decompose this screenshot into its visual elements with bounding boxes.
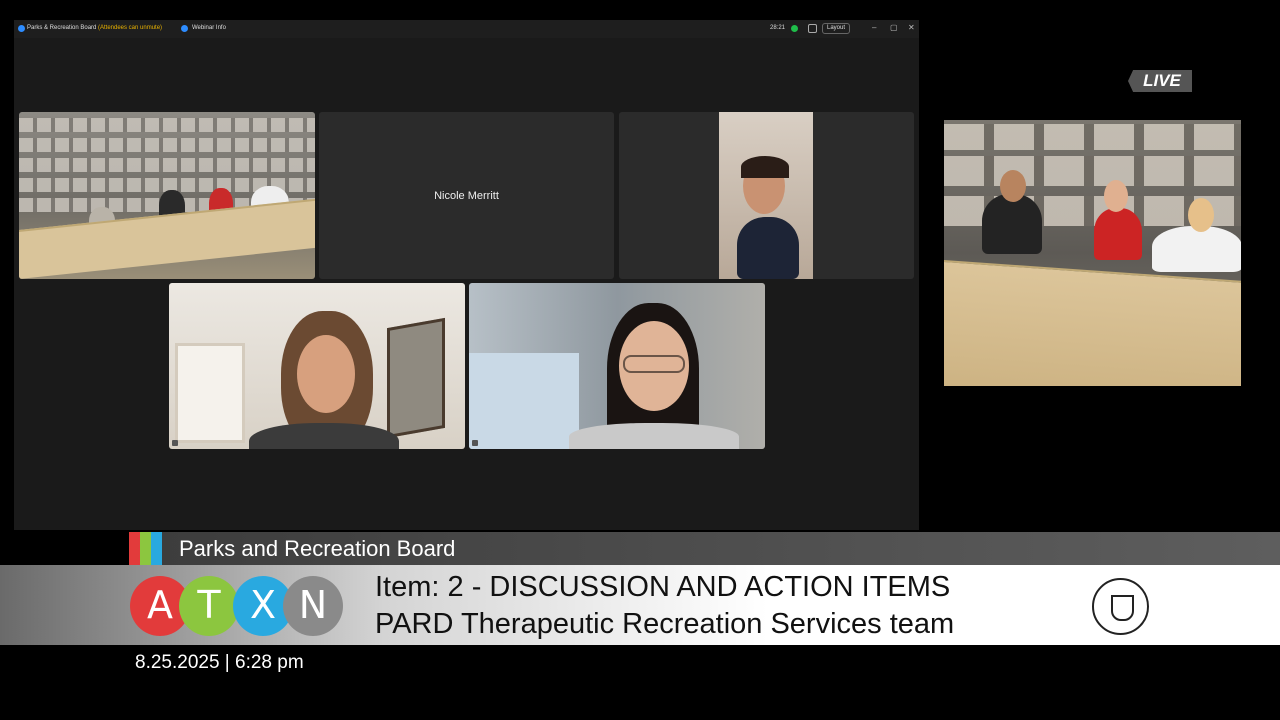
zoom-logo-icon bbox=[18, 25, 25, 32]
face bbox=[297, 335, 355, 413]
muted-mic-icon bbox=[172, 440, 178, 446]
layout-button[interactable]: Layout bbox=[822, 23, 851, 34]
person bbox=[737, 217, 799, 279]
atxn-logo-letter: N bbox=[283, 576, 343, 636]
video-tile-participant[interactable] bbox=[469, 283, 765, 449]
city-seal-icon bbox=[1092, 578, 1149, 635]
video-tile-chamber[interactable] bbox=[19, 112, 315, 279]
seat-row bbox=[19, 118, 315, 132]
info-icon bbox=[181, 25, 188, 32]
chamber-video bbox=[19, 112, 315, 279]
zoom-titlebar: Parks & Recreation Board (Attendees can … bbox=[14, 20, 919, 38]
agenda-item-subtitle: PARD Therapeutic Recreation Services tea… bbox=[375, 608, 955, 640]
participant-video bbox=[469, 283, 765, 449]
video-tile-participant[interactable] bbox=[169, 283, 465, 449]
agenda-item-bar: A T X N Item: 2 - DISCUSSION AND ACTION … bbox=[0, 565, 1280, 645]
zoom-window: Parks & Recreation Board (Attendees can … bbox=[14, 20, 919, 530]
dais-camera-feed bbox=[944, 120, 1241, 386]
window-blinds bbox=[469, 353, 579, 449]
security-shield-icon[interactable] bbox=[791, 25, 798, 32]
participant-video bbox=[719, 112, 813, 279]
seat-row bbox=[944, 156, 1241, 186]
wall-map bbox=[387, 317, 445, 439]
person bbox=[249, 423, 399, 449]
board-name-bar: Parks and Recreation Board bbox=[129, 532, 1280, 565]
person bbox=[1094, 208, 1142, 260]
meeting-title: Parks & Recreation Board bbox=[27, 25, 97, 31]
minimize-icon[interactable]: – bbox=[872, 23, 876, 32]
window bbox=[175, 343, 245, 443]
maximize-icon[interactable]: ▢ bbox=[890, 23, 898, 32]
meeting-timer: 28:21 bbox=[770, 25, 786, 31]
dais-desk bbox=[944, 260, 1241, 386]
live-badge: LIVE bbox=[1128, 70, 1192, 92]
person bbox=[982, 194, 1042, 254]
face bbox=[1188, 198, 1214, 232]
brand-stripe-red bbox=[129, 532, 140, 565]
brand-stripe-green bbox=[140, 532, 151, 565]
muted-mic-icon bbox=[472, 440, 478, 446]
hair bbox=[741, 156, 789, 178]
atxn-logo-letter: T bbox=[179, 576, 239, 636]
participant-name: Nicole Merritt bbox=[434, 189, 499, 202]
webinar-info-button[interactable]: Webinar Info bbox=[192, 25, 226, 31]
video-tile-participant[interactable] bbox=[619, 112, 914, 279]
seat-row bbox=[19, 138, 315, 152]
unmute-note: (Attendees can unmute) bbox=[98, 25, 163, 31]
person bbox=[1152, 226, 1241, 272]
video-tile-nicole-merritt[interactable]: Nicole Merritt bbox=[319, 112, 614, 279]
view-icon[interactable] bbox=[808, 24, 817, 33]
board-name: Parks and Recreation Board bbox=[179, 536, 456, 561]
face bbox=[1104, 180, 1128, 212]
glasses bbox=[623, 355, 685, 373]
chamber-video bbox=[944, 120, 1241, 386]
seat-row bbox=[944, 124, 1241, 150]
broadcast-datetime: 8.25.2025 | 6:28 pm bbox=[135, 652, 304, 673]
person bbox=[569, 423, 739, 449]
participant-video bbox=[169, 283, 465, 449]
close-icon[interactable]: ✕ bbox=[908, 23, 915, 32]
seat-row bbox=[19, 158, 315, 172]
agenda-item-title: Item: 2 - DISCUSSION AND ACTION ITEMS bbox=[375, 571, 951, 603]
face bbox=[1000, 170, 1026, 202]
brand-stripe-blue bbox=[151, 532, 162, 565]
